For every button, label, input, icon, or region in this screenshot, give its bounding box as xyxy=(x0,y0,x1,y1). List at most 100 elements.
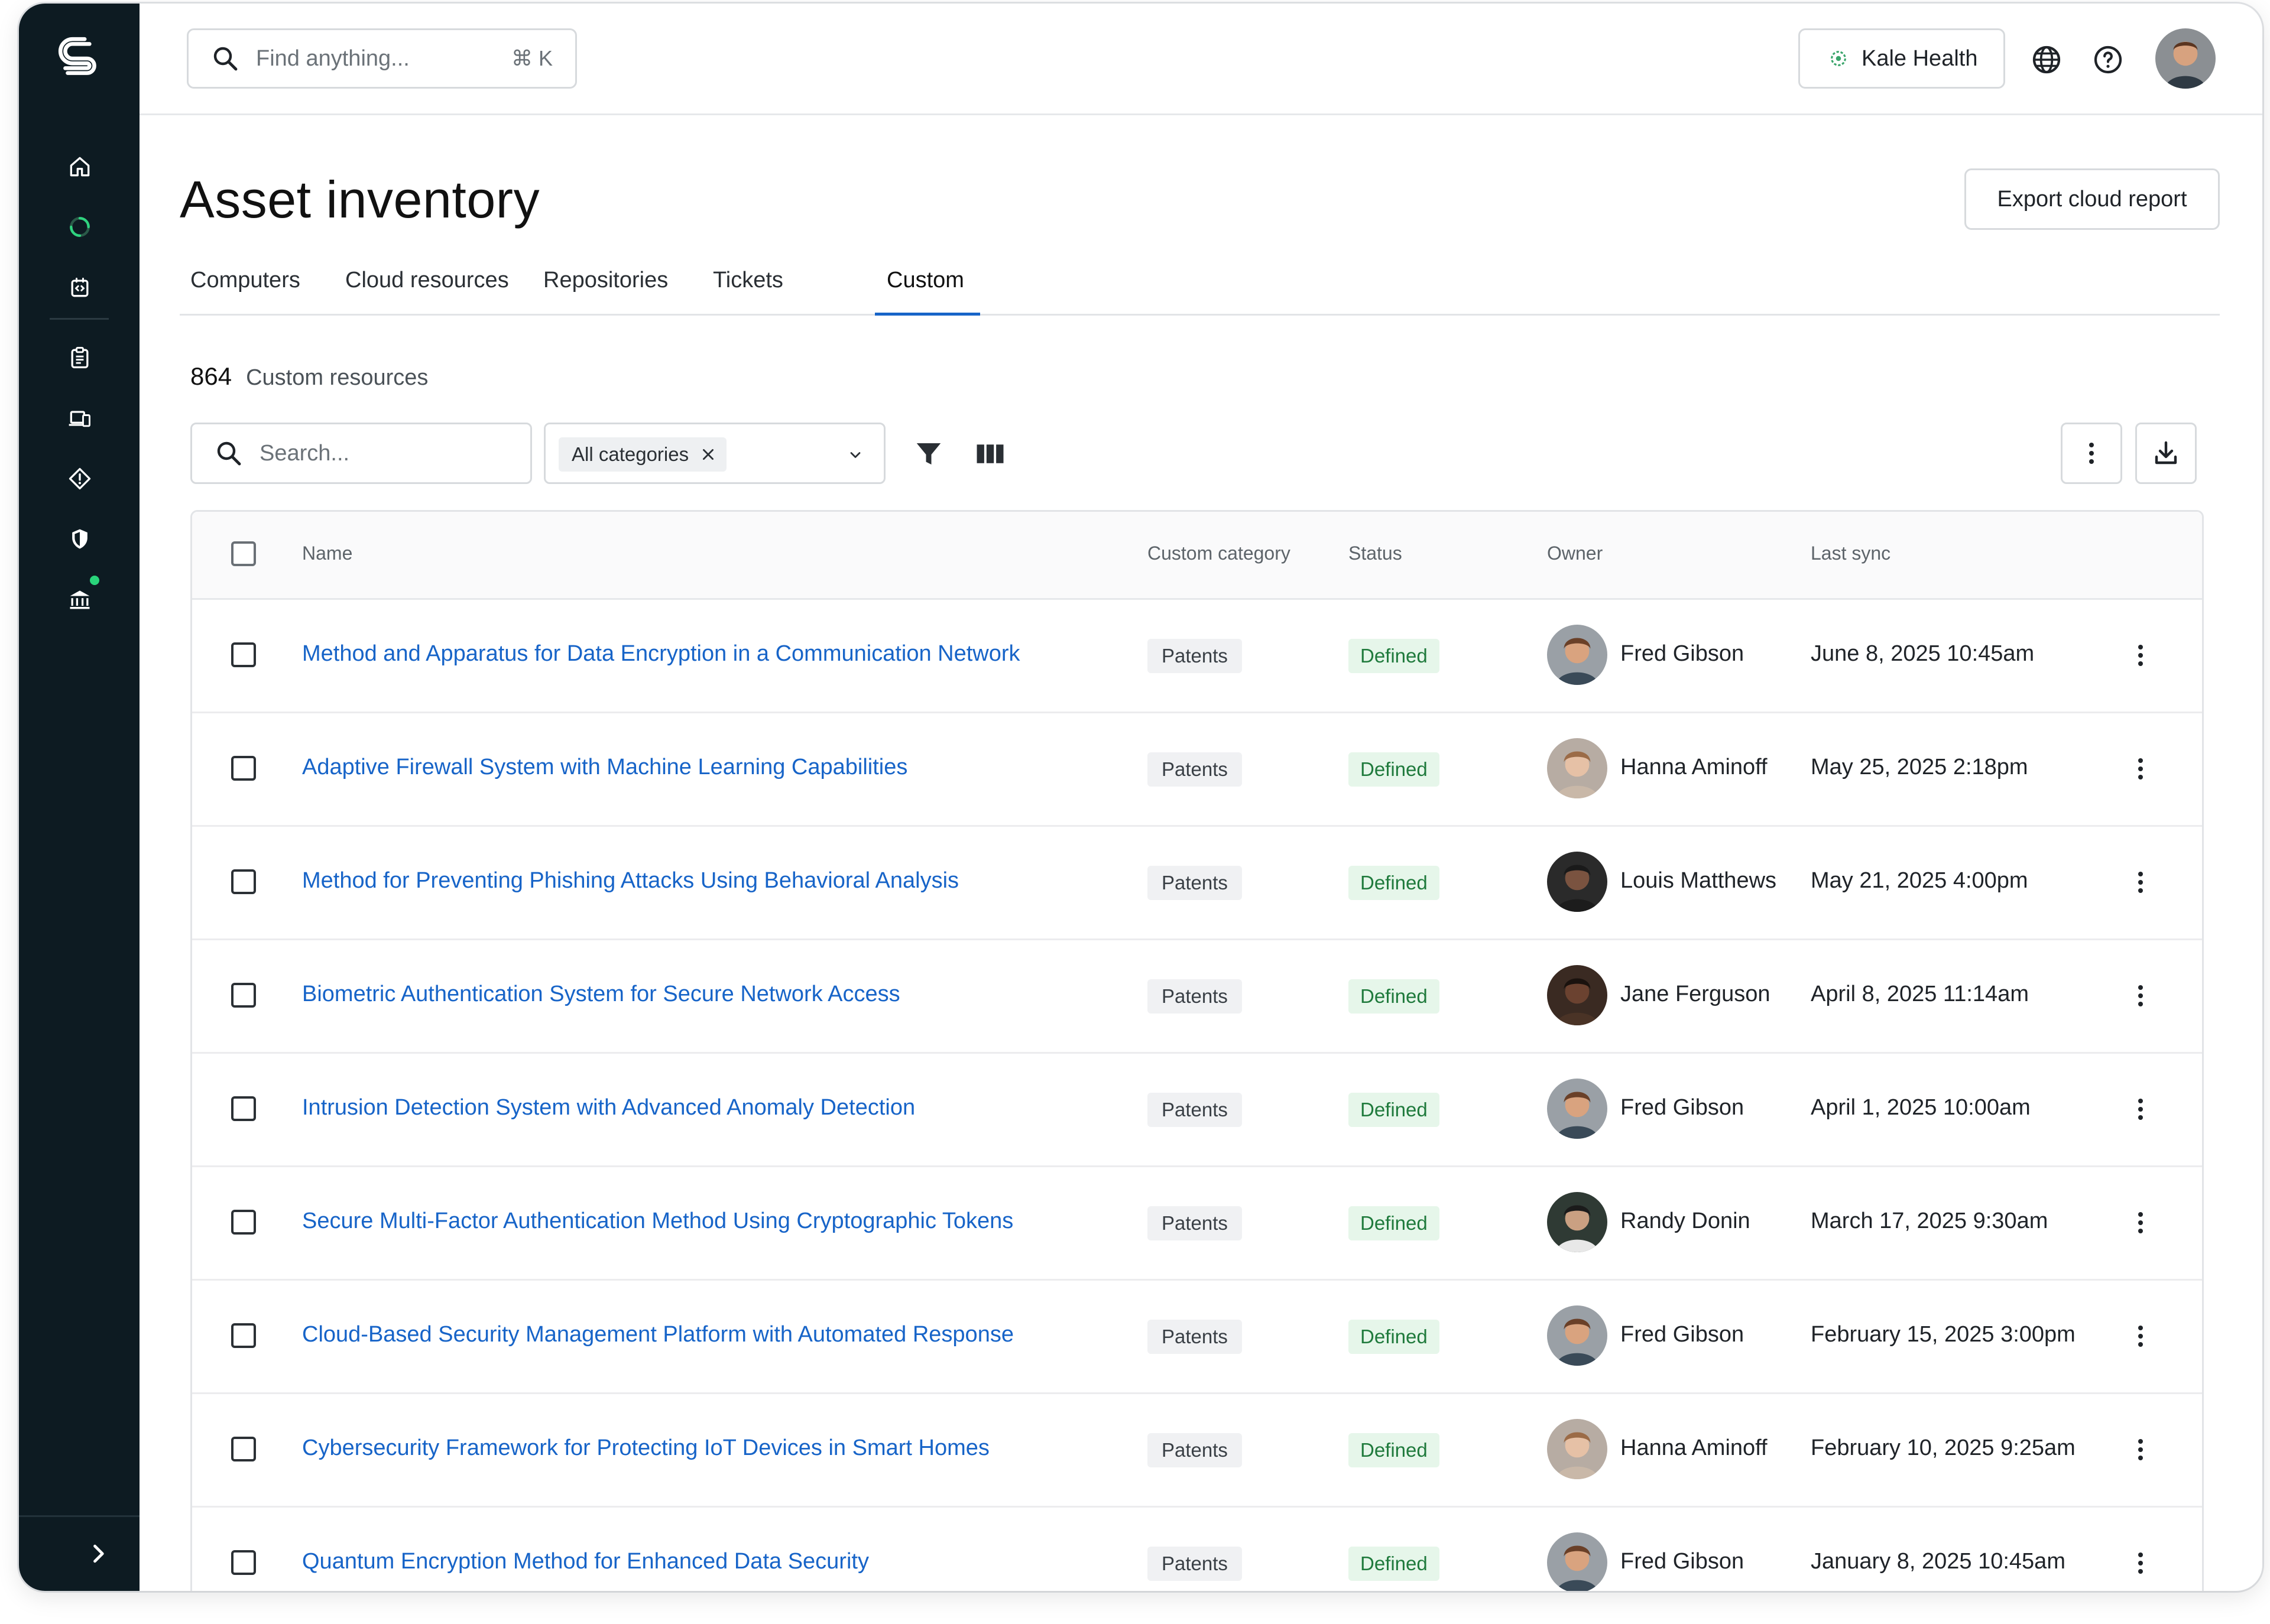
globe-icon[interactable] xyxy=(2030,43,2063,76)
more-vertical-icon[interactable] xyxy=(2126,755,2155,783)
user-avatar[interactable] xyxy=(2155,28,2216,89)
owner-avatar xyxy=(1547,1419,1607,1479)
last-sync-time: March 17, 2025 9:30am xyxy=(1811,1209,2048,1233)
table-row[interactable]: Method for Preventing Phishing Attacks U… xyxy=(192,827,2202,940)
resource-name-link[interactable]: Biometric Authentication System for Secu… xyxy=(302,982,900,1007)
tab-tickets[interactable]: Tickets xyxy=(713,268,783,314)
tab-custom[interactable]: Custom xyxy=(887,268,964,314)
close-icon[interactable] xyxy=(701,447,716,462)
column-header-status[interactable]: Status xyxy=(1348,543,1402,564)
owner-avatar xyxy=(1547,1532,1607,1591)
download-button[interactable] xyxy=(2135,423,2197,484)
count-number: 864 xyxy=(190,362,232,390)
more-vertical-icon[interactable] xyxy=(2126,868,2155,897)
global-search-input[interactable] xyxy=(255,45,494,72)
more-vertical-icon[interactable] xyxy=(2126,982,2155,1010)
row-checkbox[interactable] xyxy=(231,756,256,781)
category-chip[interactable]: All categories xyxy=(559,437,727,472)
shield-icon[interactable] xyxy=(64,524,95,554)
column-header-owner[interactable]: Owner xyxy=(1547,543,1603,564)
tab-computers[interactable]: Computers xyxy=(190,268,300,314)
table-row[interactable]: Secure Multi-Factor Authentication Metho… xyxy=(192,1167,2202,1281)
row-checkbox[interactable] xyxy=(231,1550,256,1575)
chevron-down-icon[interactable] xyxy=(847,447,864,463)
kale-leaf-icon xyxy=(1831,51,1846,66)
main-content: Asset inventory Export cloud report Comp… xyxy=(140,115,2262,1591)
row-checkbox[interactable] xyxy=(231,1096,256,1121)
resource-name-link[interactable]: Quantum Encryption Method for Enhanced D… xyxy=(302,1549,869,1574)
last-sync-time: February 10, 2025 9:25am xyxy=(1811,1435,2076,1460)
more-vertical-icon[interactable] xyxy=(2126,641,2155,670)
column-header-category[interactable]: Custom category xyxy=(1147,543,1290,564)
table-row[interactable]: Method and Apparatus for Data Encryption… xyxy=(192,600,2202,713)
devices-icon[interactable] xyxy=(64,403,95,434)
more-vertical-icon[interactable] xyxy=(2126,1095,2155,1123)
row-checkbox[interactable] xyxy=(231,642,256,667)
category-badge: Patents xyxy=(1147,639,1242,673)
table-row[interactable]: Intrusion Detection System with Advanced… xyxy=(192,1054,2202,1167)
page-title: Asset inventory xyxy=(180,170,540,229)
active-tab-indicator xyxy=(875,313,980,316)
category-badge: Patents xyxy=(1147,1433,1242,1467)
table-search-input[interactable] xyxy=(258,440,485,467)
org-switcher-button[interactable]: Kale Health xyxy=(1798,28,2005,89)
owner-name: Louis Matthews xyxy=(1620,868,1777,893)
more-vertical-icon[interactable] xyxy=(2126,1549,2155,1577)
column-header-last-sync[interactable]: Last sync xyxy=(1811,543,1890,564)
tab-repositories[interactable]: Repositories xyxy=(543,268,668,314)
more-vertical-icon[interactable] xyxy=(2126,1435,2155,1464)
help-icon[interactable] xyxy=(2091,43,2125,76)
more-vertical-icon[interactable] xyxy=(2126,1322,2155,1350)
logo-icon[interactable] xyxy=(56,34,104,83)
resource-name-link[interactable]: Cybersecurity Framework for Protecting I… xyxy=(302,1435,990,1461)
resource-name-link[interactable]: Secure Multi-Factor Authentication Metho… xyxy=(302,1209,1013,1234)
loading-icon[interactable] xyxy=(64,212,95,242)
category-badge: Patents xyxy=(1147,1547,1242,1581)
table-row[interactable]: Quantum Encryption Method for Enhanced D… xyxy=(192,1508,2202,1591)
select-all-checkbox[interactable] xyxy=(231,541,256,566)
resource-name-link[interactable]: Intrusion Detection System with Advanced… xyxy=(302,1095,915,1120)
table-header: Name Custom category Status Owner Last s… xyxy=(192,512,2202,600)
resource-name-link[interactable]: Method for Preventing Phishing Attacks U… xyxy=(302,868,959,894)
search-icon xyxy=(217,441,241,466)
table-row[interactable]: Cloud-Based Security Management Platform… xyxy=(192,1281,2202,1394)
table-row[interactable]: Biometric Authentication System for Secu… xyxy=(192,940,2202,1054)
row-checkbox[interactable] xyxy=(231,1437,256,1461)
owner-avatar xyxy=(1547,1305,1607,1366)
owner-name: Fred Gibson xyxy=(1620,641,1744,666)
owner-name: Randy Donin xyxy=(1620,1209,1750,1233)
resource-name-link[interactable]: Method and Apparatus for Data Encryption… xyxy=(302,641,1020,667)
tab-cloud-resources[interactable]: Cloud resources xyxy=(345,268,509,314)
clipboard-icon[interactable] xyxy=(64,342,95,373)
owner-name: Fred Gibson xyxy=(1620,1095,1744,1120)
bank-icon[interactable] xyxy=(64,584,95,615)
columns-icon[interactable] xyxy=(974,438,1006,470)
org-name: Kale Health xyxy=(1862,46,1978,71)
row-checkbox[interactable] xyxy=(231,983,256,1008)
row-checkbox[interactable] xyxy=(231,1323,256,1348)
export-cloud-report-button[interactable]: Export cloud report xyxy=(1964,168,2220,230)
table-row[interactable]: Cybersecurity Framework for Protecting I… xyxy=(192,1394,2202,1508)
global-search[interactable]: ⌘ K xyxy=(187,28,577,89)
owner-avatar xyxy=(1547,1079,1607,1139)
filter-icon[interactable] xyxy=(913,438,945,470)
sidebar-footer xyxy=(19,1515,140,1591)
more-options-button[interactable] xyxy=(2061,423,2122,484)
resources-table: Name Custom category Status Owner Last s… xyxy=(190,510,2204,1591)
resource-name-link[interactable]: Cloud-Based Security Management Platform… xyxy=(302,1322,1014,1347)
resource-name-link[interactable]: Adaptive Firewall System with Machine Le… xyxy=(302,755,907,780)
diamond-icon[interactable] xyxy=(64,463,95,494)
category-badge: Patents xyxy=(1147,752,1242,787)
column-header-name[interactable]: Name xyxy=(302,543,352,564)
chevron-right-icon[interactable] xyxy=(85,1541,111,1567)
category-select[interactable]: All categories xyxy=(544,423,886,484)
table-row[interactable]: Adaptive Firewall System with Machine Le… xyxy=(192,713,2202,827)
row-checkbox[interactable] xyxy=(231,1210,256,1235)
resource-count: 864 Custom resources xyxy=(190,362,428,391)
status-badge: Defined xyxy=(1348,866,1439,900)
code-icon[interactable] xyxy=(64,272,95,303)
more-vertical-icon[interactable] xyxy=(2126,1209,2155,1237)
row-checkbox[interactable] xyxy=(231,869,256,894)
table-search[interactable] xyxy=(190,423,532,484)
home-icon[interactable] xyxy=(64,151,95,182)
